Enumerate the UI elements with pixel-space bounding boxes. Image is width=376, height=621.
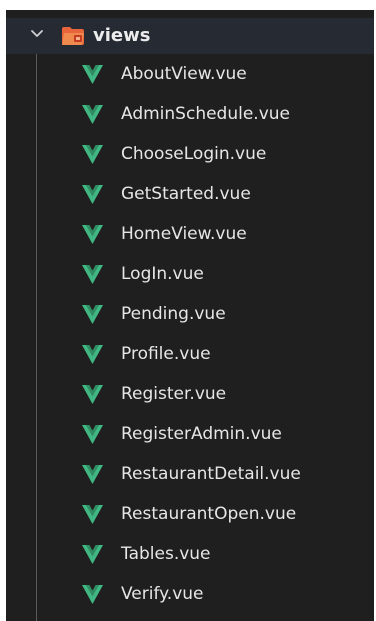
file-name: Verify.vue — [121, 584, 204, 604]
file-name: HomeView.vue — [121, 224, 247, 244]
file-name: LogIn.vue — [121, 264, 204, 284]
file-name: Register.vue — [121, 384, 227, 404]
file-item[interactable]: AboutView.vue — [6, 54, 374, 94]
vue-icon — [82, 425, 103, 444]
file-item[interactable]: Register.vue — [6, 374, 374, 414]
vue-icon — [82, 225, 103, 244]
vue-icon — [82, 385, 103, 404]
file-name: ChooseLogin.vue — [121, 144, 267, 164]
file-name: Tables.vue — [121, 544, 211, 564]
vue-icon — [82, 265, 103, 284]
file-item[interactable]: RestaurantOpen.vue — [6, 494, 374, 534]
file-name: AboutView.vue — [121, 64, 247, 84]
file-item[interactable]: GetStarted.vue — [6, 174, 374, 214]
vue-icon — [82, 545, 103, 564]
explorer-panel: views AboutView.vue AdminSchedule.vue Choo… — [6, 10, 374, 621]
file-name: Profile.vue — [121, 344, 211, 364]
file-item[interactable]: ChooseLogin.vue — [6, 134, 374, 174]
vue-icon — [82, 585, 103, 604]
folder-open-icon — [62, 27, 84, 45]
file-item[interactable]: Tables.vue — [6, 534, 374, 574]
file-item[interactable]: Pending.vue — [6, 294, 374, 334]
file-name: AdminSchedule.vue — [121, 104, 290, 124]
file-list: AboutView.vue AdminSchedule.vue ChooseLogi… — [6, 54, 374, 614]
vue-icon — [82, 105, 103, 124]
vue-icon — [82, 145, 103, 164]
file-name: RestaurantOpen.vue — [121, 504, 297, 524]
file-item[interactable]: RestaurantDetail.vue — [6, 454, 374, 494]
chevron-down-icon[interactable] — [30, 27, 44, 41]
file-item[interactable]: HomeView.vue — [6, 214, 374, 254]
vue-icon — [82, 65, 103, 84]
folder-row-views[interactable]: views — [6, 18, 374, 54]
file-item[interactable]: LogIn.vue — [6, 254, 374, 294]
folder-name: views — [93, 25, 151, 46]
vue-icon — [82, 505, 103, 524]
file-item[interactable]: Profile.vue — [6, 334, 374, 374]
file-name: Pending.vue — [121, 304, 226, 324]
file-name: RegisterAdmin.vue — [121, 424, 282, 444]
file-item[interactable]: AdminSchedule.vue — [6, 94, 374, 134]
file-name: RestaurantDetail.vue — [121, 464, 301, 484]
file-name: GetStarted.vue — [121, 184, 251, 204]
vue-icon — [82, 305, 103, 324]
vue-icon — [82, 465, 103, 484]
file-item[interactable]: Verify.vue — [6, 574, 374, 614]
file-item[interactable]: RegisterAdmin.vue — [6, 414, 374, 454]
vue-icon — [82, 345, 103, 364]
vue-icon — [82, 185, 103, 204]
